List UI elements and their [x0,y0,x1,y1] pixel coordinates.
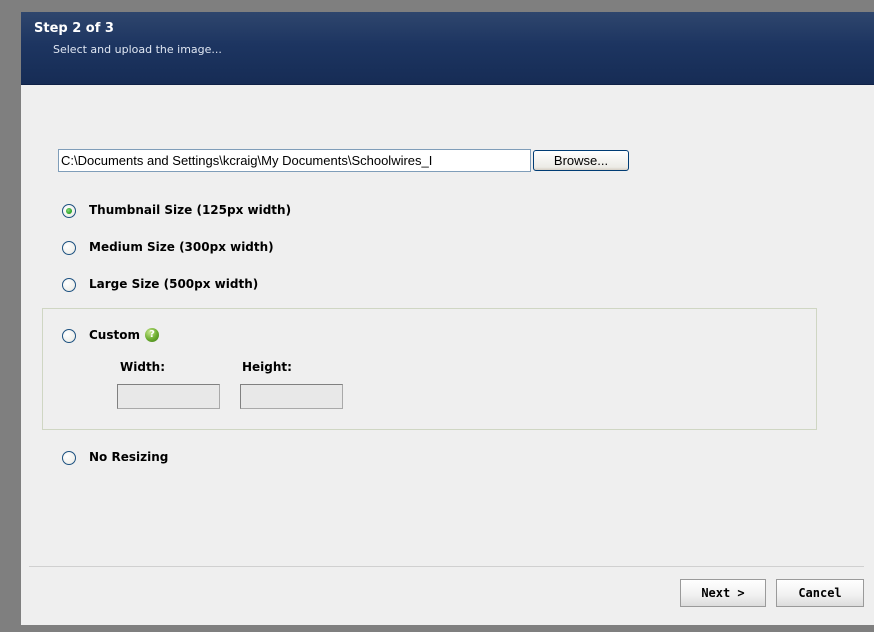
option-label: Large Size (500px width) [89,277,259,291]
height-label: Height: [242,360,292,374]
browse-button[interactable]: Browse... [533,150,629,171]
radio-medium-size[interactable] [62,241,76,255]
file-path-input[interactable]: C:\Documents and Settings\kcraig\My Docu… [58,149,531,172]
height-input[interactable] [240,384,343,409]
width-label: Width: [120,360,166,374]
question-icon[interactable]: ? [145,328,159,342]
radio-large-size[interactable] [62,278,76,292]
width-input[interactable] [117,384,220,409]
window-frame: Step 2 of 3 Select and upload the image.… [0,0,874,632]
radio-custom-size[interactable] [62,329,76,343]
next-button[interactable]: Next > [680,579,766,607]
footer-divider [29,566,864,567]
dialog-header: Step 2 of 3 Select and upload the image.… [21,12,874,85]
upload-dialog: Step 2 of 3 Select and upload the image.… [21,12,874,625]
radio-thumbnail-size[interactable] [62,204,76,218]
option-label: Medium Size (300px width) [89,240,274,254]
option-label: Thumbnail Size (125px width) [89,203,292,217]
option-label: No Resizing [89,450,169,464]
option-label: Custom [89,328,140,342]
radio-no-resizing[interactable] [62,451,76,465]
step-title: Step 2 of 3 [34,21,114,36]
cancel-button[interactable]: Cancel [776,579,864,607]
step-subtitle: Select and upload the image... [53,43,222,56]
